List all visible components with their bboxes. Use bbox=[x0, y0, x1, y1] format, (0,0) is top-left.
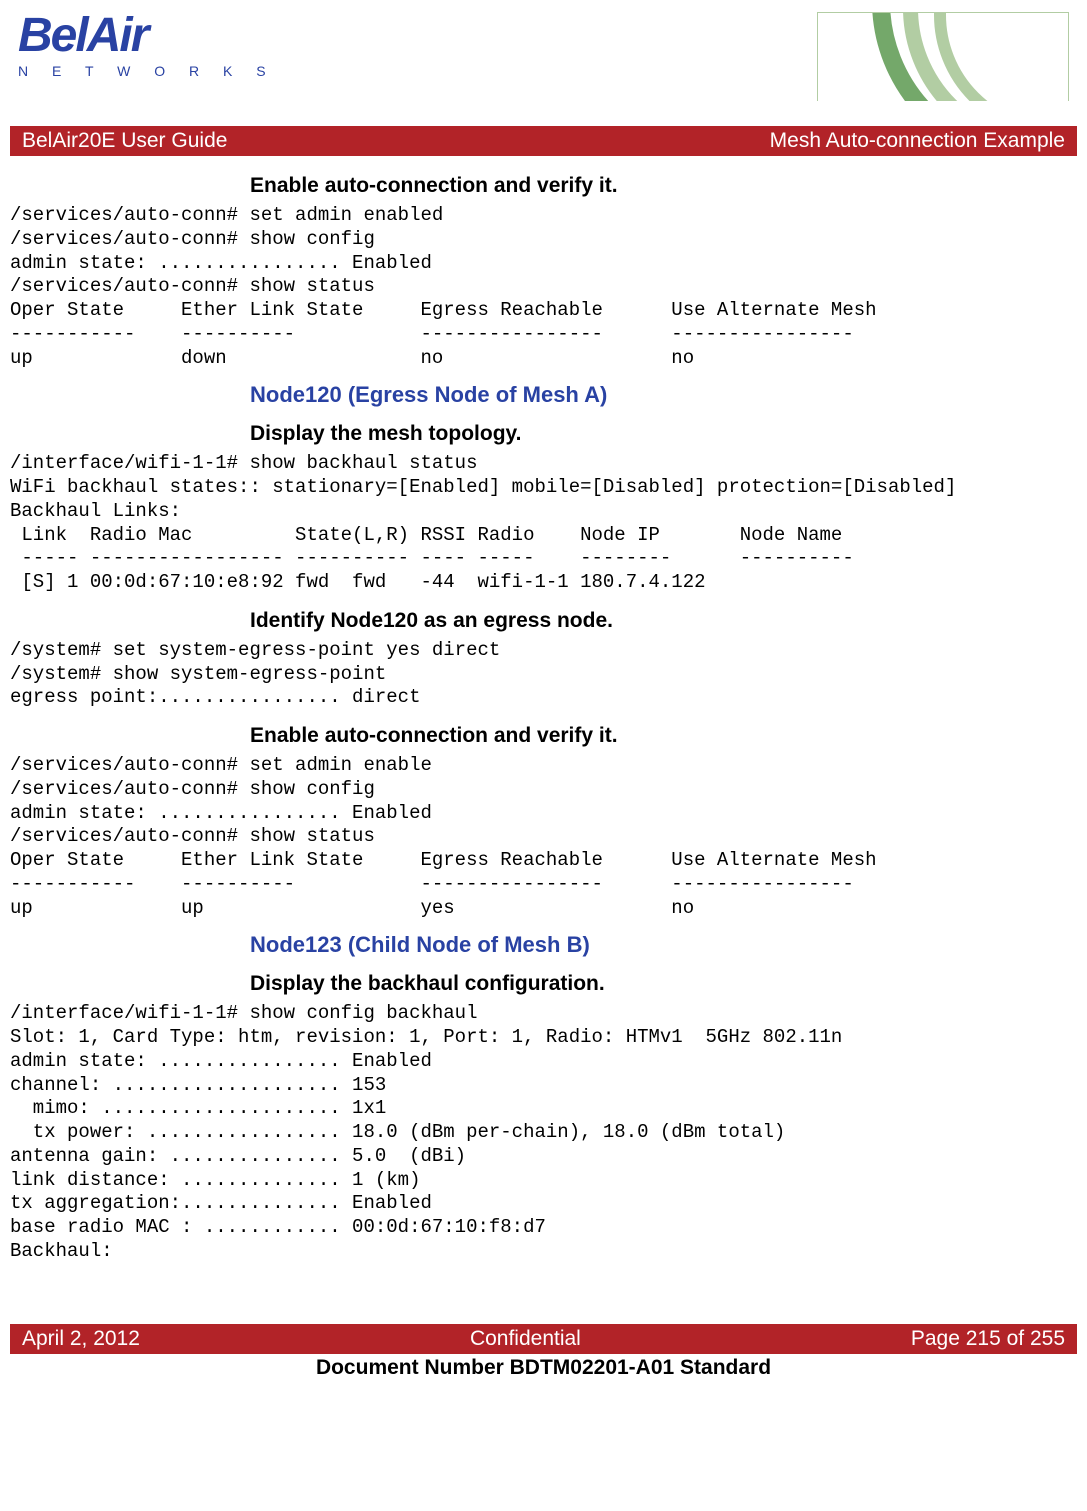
logo: BelAir N E T W O R K S bbox=[18, 12, 276, 78]
instruction: Display the mesh topology. bbox=[250, 422, 1077, 446]
section-heading: Node123 (Child Node of Mesh B) bbox=[250, 932, 1077, 958]
instruction: Enable auto-connection and verify it. bbox=[250, 174, 1077, 198]
document-number: Document Number BDTM02201-A01 Standard bbox=[10, 1356, 1077, 1380]
footer-bar: April 2, 2012 Confidential Page 215 of 2… bbox=[10, 1324, 1077, 1354]
footer-date: April 2, 2012 bbox=[22, 1327, 140, 1351]
terminal-output: /services/auto-conn# set admin enable /s… bbox=[10, 754, 1077, 920]
footer-page: Page 215 of 255 bbox=[911, 1327, 1065, 1351]
footer-confidential: Confidential bbox=[470, 1327, 581, 1351]
terminal-output: /interface/wifi-1-1# show backhaul statu… bbox=[10, 452, 1077, 595]
content: Enable auto-connection and verify it. /s… bbox=[10, 156, 1077, 1264]
terminal-output: /interface/wifi-1-1# show config backhau… bbox=[10, 1002, 1077, 1263]
instruction: Enable auto-connection and verify it. bbox=[250, 724, 1077, 748]
instruction: Identify Node120 as an egress node. bbox=[250, 609, 1077, 633]
title-bar: BelAir20E User Guide Mesh Auto-connectio… bbox=[10, 126, 1077, 156]
terminal-output: /system# set system-egress-point yes dir… bbox=[10, 639, 1077, 710]
logo-brand: BelAir bbox=[18, 12, 276, 60]
page: BelAir N E T W O R K S BelAir20E User Gu… bbox=[0, 0, 1087, 1511]
page-header: BelAir N E T W O R K S bbox=[10, 12, 1077, 101]
logo-sub: N E T W O R K S bbox=[18, 64, 276, 78]
title-right: Mesh Auto-connection Example bbox=[770, 129, 1065, 153]
swoosh-graphic bbox=[817, 12, 1069, 101]
terminal-output: /services/auto-conn# set admin enabled /… bbox=[10, 204, 1077, 370]
instruction: Display the backhaul configuration. bbox=[250, 972, 1077, 996]
title-left: BelAir20E User Guide bbox=[22, 129, 227, 153]
section-heading: Node120 (Egress Node of Mesh A) bbox=[250, 382, 1077, 408]
